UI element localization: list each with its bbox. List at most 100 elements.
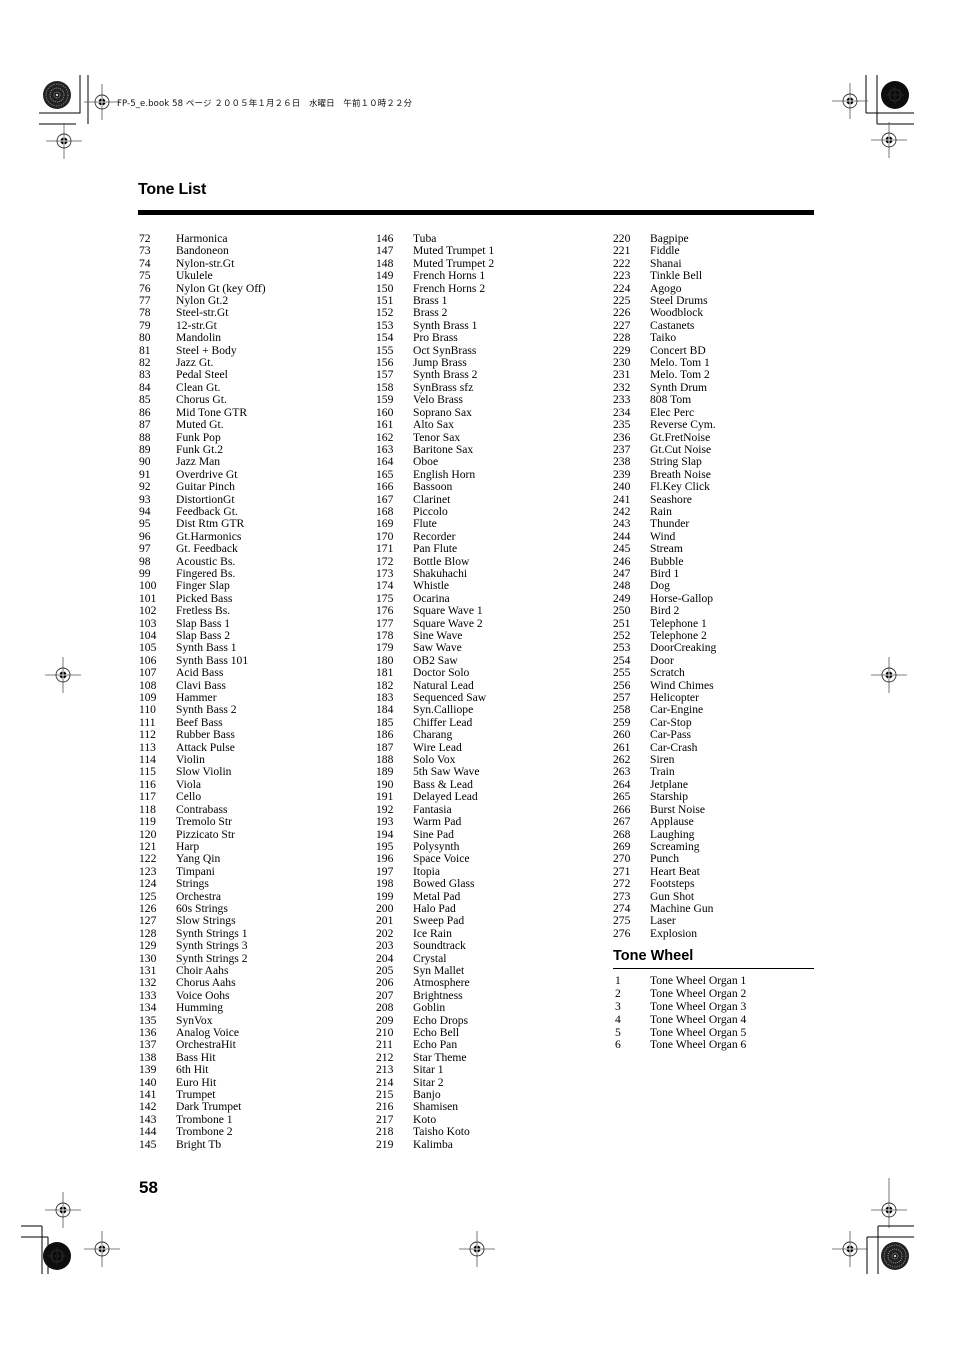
tone-name: Muted Trumpet 1 (413, 244, 495, 258)
tone-number: 272 (613, 877, 631, 891)
tone-name: Soundtrack (413, 939, 466, 953)
list-item: 196 Space Voice (376, 852, 494, 865)
tone-name: Sweep Pad (413, 914, 465, 928)
tone-name: Echo Pan (413, 1038, 458, 1052)
tone-number: 184 (376, 703, 394, 717)
tone-number: 102 (139, 604, 157, 618)
list-item: 198 Bowed Glass (376, 877, 494, 890)
list-item: 97 Gt. Feedback (139, 542, 266, 555)
tone-name: Car-Engine (650, 703, 704, 717)
tone-name: Guitar Pinch (176, 480, 235, 494)
tone-name: Yang Qin (176, 852, 221, 866)
tone-number: 157 (376, 368, 394, 382)
list-item: 240 Fl.Key Click (613, 480, 716, 493)
tone-number: 124 (139, 877, 157, 891)
tone-name: Tone Wheel Organ 6 (650, 1038, 747, 1052)
tone-number: 243 (613, 517, 631, 531)
tone-wheel-rule (613, 968, 814, 969)
tone-list-column-1: 72 Harmonica 73 Bandoneon 74 Nylon-str.Gt 75 Uk… (139, 232, 266, 1151)
tone-number: 78 (139, 306, 151, 320)
tone-name: Laser (650, 914, 676, 928)
list-item: 208 Goblin (376, 1001, 494, 1015)
list-item: 275 Laser (613, 914, 716, 928)
tone-name: OrchestraHit (176, 1038, 236, 1052)
list-item: 134 Humming (139, 1001, 266, 1014)
tone-name: Thunder (650, 517, 690, 531)
tone-name: Ukulele (176, 269, 213, 283)
list-item: 117 Cello (139, 790, 266, 804)
tone-name: 5th Saw Wave (413, 765, 480, 779)
tone-number: 73 (139, 244, 151, 258)
tone-name: Tinkle Bell (650, 269, 703, 283)
tone-name: Square Wave 1 (413, 604, 483, 618)
list-item: 181 Doctor Solo (376, 666, 494, 679)
tone-number: 159 (376, 393, 394, 407)
tone-number: 110 (139, 703, 156, 717)
tone-name: Synth Brass 2 (413, 368, 478, 382)
tone-number: 112 (139, 728, 156, 742)
tone-number: 147 (376, 244, 394, 258)
tone-number: 238 (613, 455, 631, 469)
title-rule (138, 210, 814, 215)
list-item: 238 String Slap (613, 455, 716, 469)
tone-name: Syn.Calliope (413, 703, 474, 717)
list-item: 127 Slow Strings (139, 914, 266, 928)
list-item: 189 5th Saw Wave (376, 765, 494, 779)
list-item: 92 Guitar Pinch (139, 480, 266, 494)
tone-name: Velo Brass (413, 393, 463, 407)
list-item: 228 Taiko (613, 331, 716, 345)
list-item: 186 Charang (376, 728, 494, 741)
list-item: 149 French Horns 1 (376, 269, 494, 282)
tone-number: 235 (613, 418, 631, 432)
list-item: 105 Synth Bass 1 (139, 641, 266, 654)
list-item: 171 Pan Flute (376, 542, 494, 555)
list-item: 233 808 Tom (613, 393, 716, 407)
tone-number: 139 (139, 1063, 157, 1077)
tone-number: 122 (139, 852, 157, 866)
list-item: 75 Ukulele (139, 269, 266, 283)
list-item: 164 Oboe (376, 455, 494, 468)
list-item: 120 Pizzicato Str (139, 828, 266, 841)
tone-wheel-heading: Tone Wheel (613, 948, 694, 964)
tone-number: 152 (376, 306, 394, 320)
tone-name: Cello (176, 790, 202, 804)
tone-number: 218 (376, 1125, 394, 1139)
tone-name: Flute (413, 517, 437, 531)
list-item: 100 Finger Slap (139, 579, 266, 592)
tone-name: Brass 2 (413, 306, 448, 320)
tone-name: Alto Sax (413, 418, 454, 432)
registration-mark-bottom-center (458, 1230, 496, 1268)
list-item: 142 Dark Trumpet (139, 1101, 266, 1114)
tone-number: 228 (613, 331, 631, 345)
tone-number: 92 (139, 480, 151, 494)
tone-number: 233 (613, 393, 631, 407)
tone-name: Explosion (650, 926, 698, 940)
registration-mark-top-right (831, 75, 914, 159)
list-item: 184 Syn.Calliope (376, 703, 494, 717)
tone-name: Chorus Aahs (176, 976, 236, 990)
list-item: 223 Tinkle Bell (613, 269, 716, 283)
tone-number: 132 (139, 976, 157, 990)
list-item: 145 Bright Tb (139, 1138, 266, 1151)
tone-name: Whistle (413, 579, 450, 593)
tone-number: 208 (376, 1001, 394, 1015)
list-item: 219 Kalimba (376, 1138, 494, 1151)
list-item: 115 Slow Violin (139, 765, 266, 779)
list-item: 265 Starship (613, 790, 716, 803)
list-item: 6 Tone Wheel Organ 6 (615, 1039, 746, 1052)
list-item: 218 Taisho Koto (376, 1125, 494, 1139)
list-item: 272 Footsteps (613, 877, 716, 891)
tone-number: 87 (139, 418, 151, 432)
list-item: 152 Brass 2 (376, 306, 494, 320)
tone-name: Slow Violin (176, 765, 232, 779)
tone-number: 258 (613, 703, 631, 717)
tone-name: Warm Pad (413, 815, 462, 829)
tone-name: Shamisen (413, 1100, 459, 1114)
tone-number: 223 (613, 269, 631, 283)
tone-name: Tone Wheel Organ 4 (650, 1012, 747, 1026)
tone-number: 211 (376, 1038, 393, 1052)
list-item: 179 Saw Wave (376, 641, 494, 654)
list-item: 258 Car-Engine (613, 703, 716, 717)
tone-number: 127 (139, 914, 157, 928)
tone-number: 216 (376, 1100, 394, 1114)
